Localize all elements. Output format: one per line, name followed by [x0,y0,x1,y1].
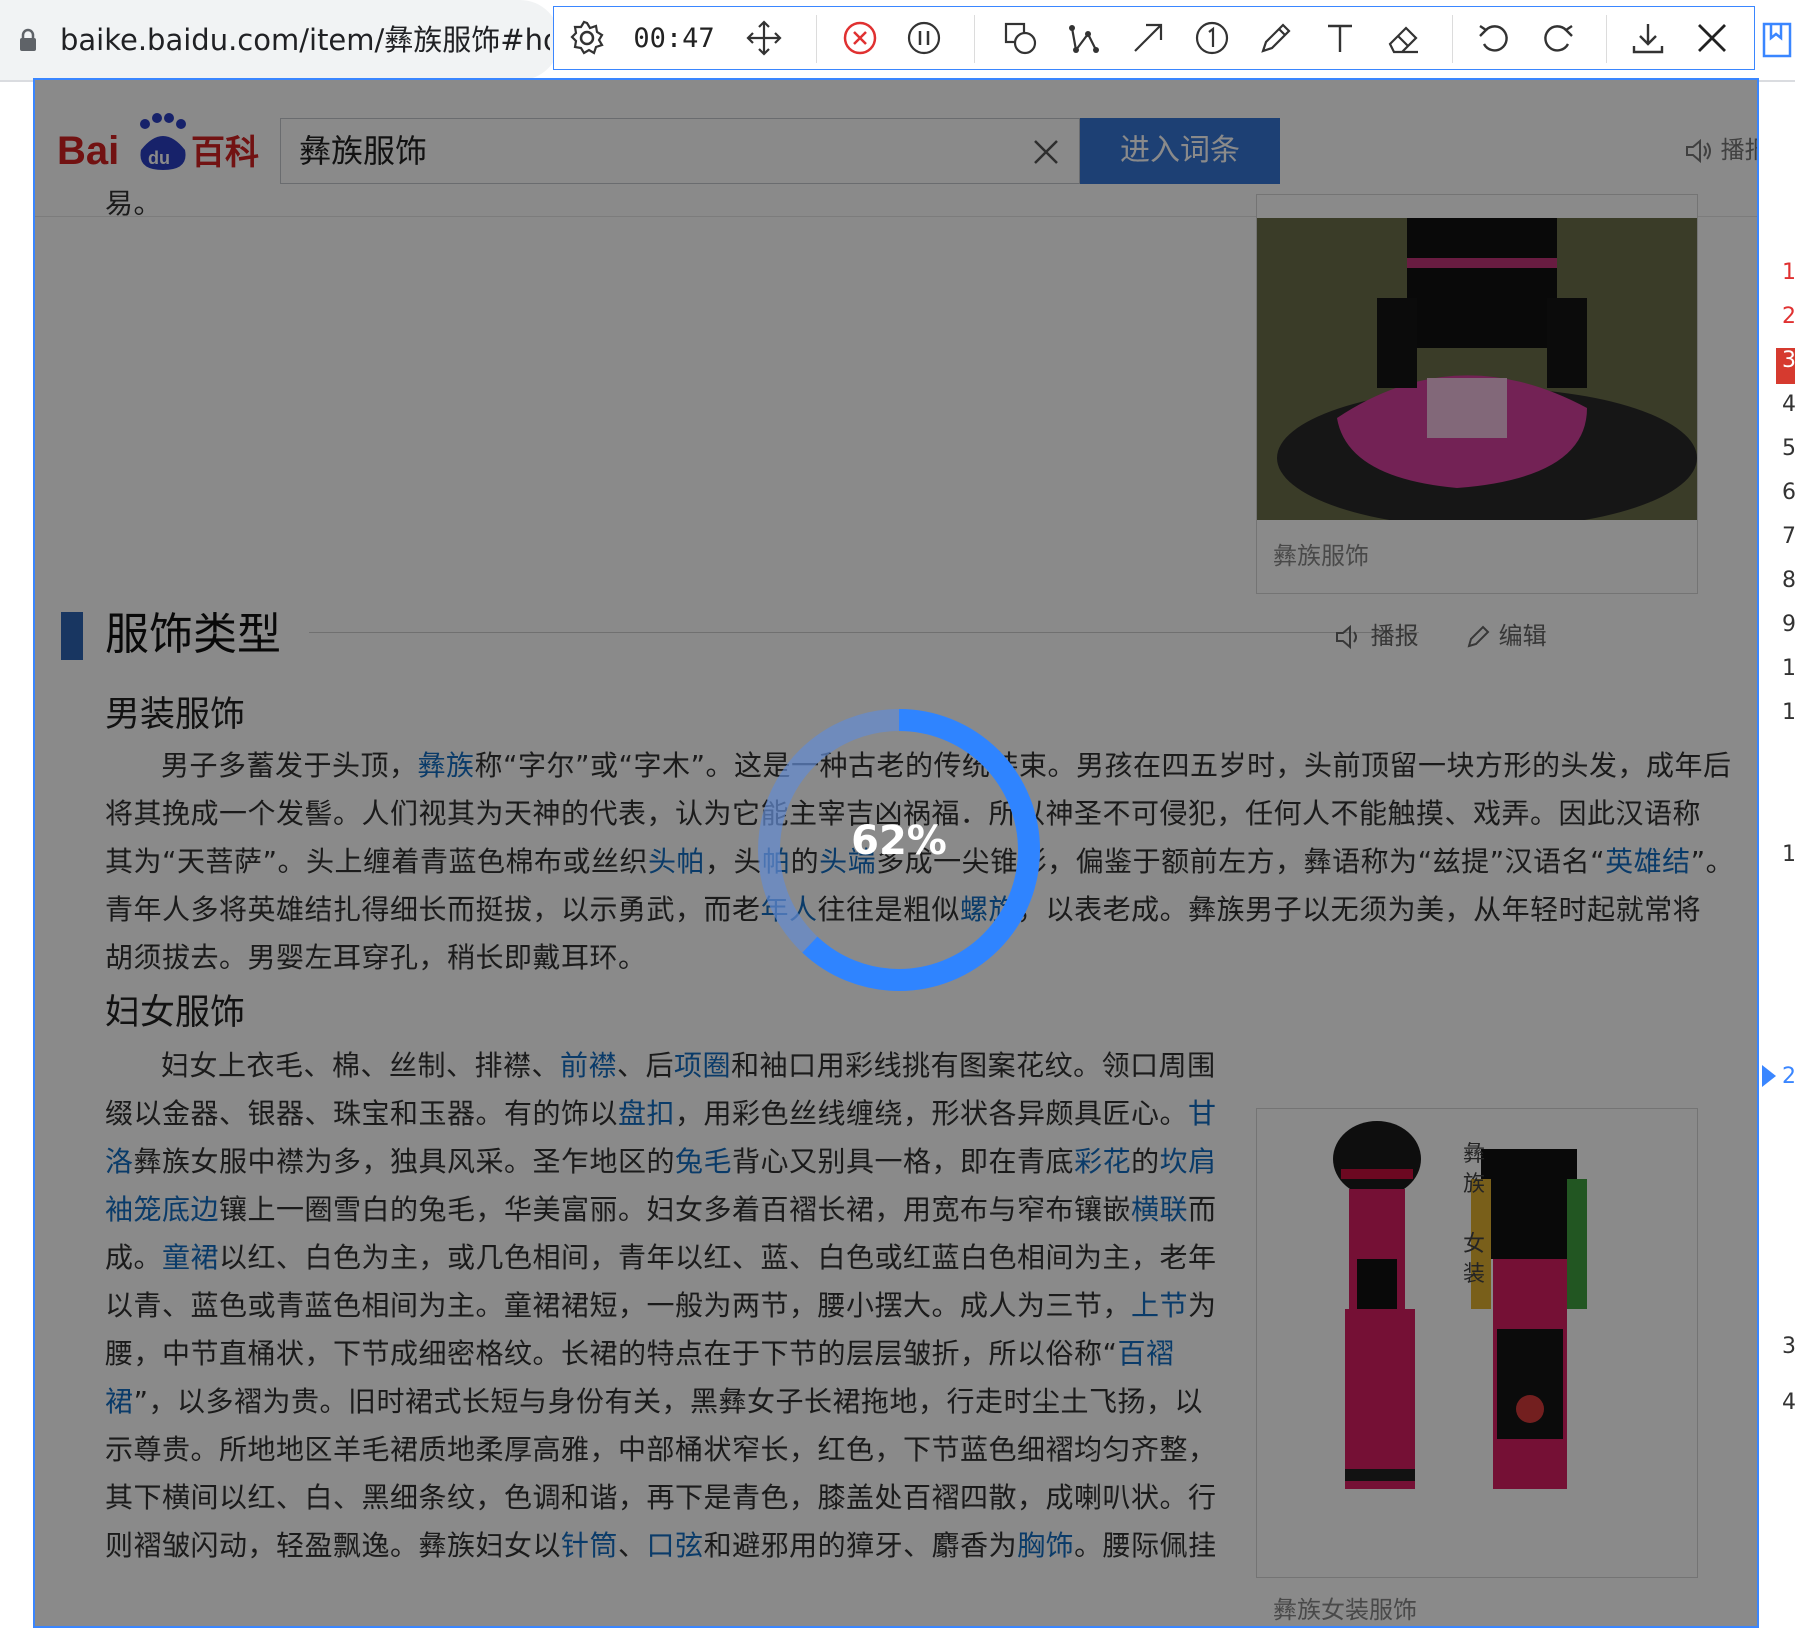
catalog-number[interactable]: 7 [1782,524,1795,549]
move-icon [746,20,782,56]
arrow-tool-button[interactable] [1120,7,1176,69]
lock-icon [20,28,36,51]
catalog-number[interactable]: 4 [1782,392,1795,417]
arrow-icon [1134,23,1163,52]
gear-icon [570,20,604,55]
catalog-number[interactable]: 8 [1782,568,1795,593]
catalog-number[interactable]: 3 [1782,348,1795,373]
catalog-number[interactable]: 11 [1782,700,1795,725]
timer-text: 00:47 [633,22,715,54]
catalog-number[interactable]: 10 [1782,656,1795,681]
catalog-number[interactable]: 4 [1782,1390,1795,1415]
toolbar-divider [974,15,975,63]
capture-toolbar: 00:47 [553,6,1755,70]
progress-percent: 62% [851,818,947,864]
catalog-number[interactable]: 9 [1782,612,1795,637]
catalog-number[interactable]: 2 [1782,1064,1795,1089]
polyline-tool-button[interactable] [1056,7,1112,69]
stop-button[interactable] [832,7,888,69]
close-button[interactable] [1684,7,1740,69]
redo-button[interactable] [1530,7,1586,69]
move-button[interactable] [734,7,794,69]
shape-tool-button[interactable] [992,7,1048,69]
pause-icon [907,21,941,55]
bookmark-icon[interactable] [1762,22,1792,58]
pen-tool-button[interactable] [1248,7,1304,69]
capture-region[interactable]: Bai du 百科 彝族服饰 进入词条 播报 易。 [33,78,1759,1628]
toolbar-divider [1606,15,1607,63]
close-circle-icon [843,21,877,55]
eraser-icon [1388,26,1418,54]
undo-icon [1479,25,1508,52]
text-icon [1328,24,1352,52]
polyline-icon [1069,25,1099,53]
redo-icon [1544,25,1573,52]
download-icon [1632,24,1664,54]
toolbar-divider [1452,15,1453,63]
catalog-number[interactable]: 5 [1782,436,1795,461]
text-tool-button[interactable] [1312,7,1368,69]
catalog-pointer-icon [1762,1065,1776,1087]
pencil-icon [1261,23,1291,53]
close-icon [1698,24,1726,52]
download-button[interactable] [1620,7,1676,69]
catalog-number[interactable]: 2 [1782,304,1795,329]
settings-button[interactable] [562,7,612,69]
toolbar-divider [816,15,817,63]
numbered-circle-icon [1195,21,1229,55]
catalog-number[interactable]: 1 [1782,842,1795,867]
recording-timer: 00:47 [624,7,724,69]
catalog-number[interactable]: 1 [1782,260,1795,285]
eraser-tool-button[interactable] [1376,7,1432,69]
address-bar[interactable]: baike.baidu.com/item/彝族服饰#hotspo [0,0,560,80]
number-tool-button[interactable] [1184,7,1240,69]
catalog-number[interactable]: 6 [1782,480,1795,505]
url-text[interactable]: baike.baidu.com/item/彝族服饰#hotspo [60,20,550,60]
shapes-icon [1004,22,1037,55]
catalog-number[interactable]: 3 [1782,1334,1795,1359]
pause-button[interactable] [896,7,952,69]
undo-button[interactable] [1466,7,1522,69]
